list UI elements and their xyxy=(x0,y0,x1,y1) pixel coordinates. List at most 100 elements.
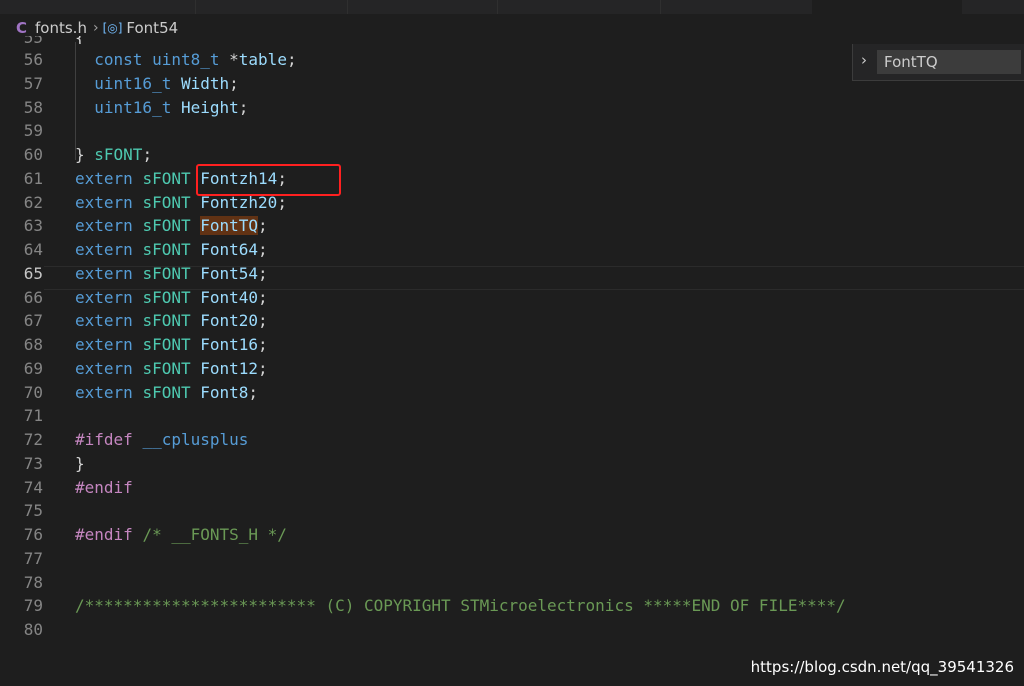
code-editor[interactable]: 55 {56 const uint8_t *table; 57 uint16_t W… xyxy=(0,36,1024,686)
code-token: /* __FONTS_H */ xyxy=(142,525,287,544)
code-line[interactable]: 65 extern sFONT Font54; xyxy=(0,262,1024,286)
code-token: sFONT xyxy=(142,287,191,307)
code-token: __cplusplus xyxy=(142,430,249,449)
code-line[interactable]: 59 xyxy=(0,119,1024,143)
code-token: sFONT xyxy=(142,168,191,188)
code-line[interactable]: 62 extern sFONT Fontzh20; xyxy=(0,191,1024,215)
code-token: sFONT xyxy=(142,358,191,378)
code-token: sFONT xyxy=(142,311,191,331)
code-text: } xyxy=(75,452,85,476)
code-line[interactable]: 67 extern sFONT Font20; xyxy=(0,309,1024,333)
code-token: Font20 xyxy=(200,311,259,331)
code-token: #endif xyxy=(75,525,133,544)
line-number: 57 xyxy=(23,73,43,93)
code-text: extern sFONT FontTQ; xyxy=(75,214,268,238)
code-line[interactable]: 61 extern sFONT Fontzh14; xyxy=(0,167,1024,191)
code-token: ; xyxy=(248,382,259,402)
code-token: ; xyxy=(258,358,268,378)
chevron-right-icon[interactable]: › xyxy=(861,51,867,69)
tab-divider xyxy=(347,0,348,14)
code-text: uint16_t Height; xyxy=(75,96,248,120)
code-token: uint16_t xyxy=(94,97,172,117)
code-line[interactable]: 77 xyxy=(0,547,1024,571)
breadcrumb-file[interactable]: fonts.h xyxy=(35,19,87,37)
code-line[interactable]: 70 extern sFONT Font8; xyxy=(0,381,1024,405)
line-number: 66 xyxy=(23,287,43,307)
code-token: sFONT xyxy=(94,145,143,164)
line-number: 65 xyxy=(23,263,43,283)
code-token: ; xyxy=(258,287,268,307)
code-text: { xyxy=(75,36,85,44)
line-number: 70 xyxy=(23,382,43,402)
find-input[interactable]: FontTQ xyxy=(877,50,1021,74)
breadcrumb-symbol[interactable]: Font54 xyxy=(126,19,178,37)
code-text: extern sFONT Font12; xyxy=(75,357,268,381)
code-line[interactable]: 63 extern sFONT FontTQ; xyxy=(0,214,1024,238)
code-token: Width xyxy=(180,73,230,93)
code-line[interactable]: 80 xyxy=(0,618,1024,642)
code-line[interactable]: 58 uint16_t Height; xyxy=(0,96,1024,120)
code-token: ; xyxy=(258,263,268,283)
code-token: ; xyxy=(286,50,297,69)
code-line[interactable]: 78 xyxy=(0,571,1024,595)
line-number: 69 xyxy=(23,358,43,378)
code-line[interactable]: 76 #endif /* __FONTS_H */ xyxy=(0,523,1024,547)
tab-divider xyxy=(195,0,196,14)
code-token: ; xyxy=(238,97,249,117)
code-line[interactable]: 64 extern sFONT Font64; xyxy=(0,238,1024,262)
code-line[interactable]: 71 xyxy=(0,404,1024,428)
code-token: sFONT xyxy=(142,192,191,212)
line-number: 71 xyxy=(23,406,43,426)
code-line[interactable]: 69 extern sFONT Font12; xyxy=(0,357,1024,381)
code-line[interactable]: 74 #endif xyxy=(0,476,1024,500)
active-tab[interactable] xyxy=(812,0,962,14)
code-line[interactable]: 75 xyxy=(0,499,1024,523)
line-number: 61 xyxy=(23,168,43,188)
code-token: Height xyxy=(180,97,239,117)
line-number: 67 xyxy=(23,311,43,331)
code-token: extern xyxy=(75,358,133,378)
code-token: extern xyxy=(75,287,133,307)
code-line[interactable]: 72 #ifdef __cplusplus xyxy=(0,428,1024,452)
code-line[interactable]: 68 extern sFONT Font16; xyxy=(0,333,1024,357)
code-line[interactable]: 60} sFONT; xyxy=(0,143,1024,167)
code-text: extern sFONT Font54; xyxy=(75,262,268,286)
code-token: extern xyxy=(75,192,133,212)
tab-divider xyxy=(497,0,498,14)
code-text: #endif /* __FONTS_H */ xyxy=(75,523,287,547)
code-token: sFONT xyxy=(142,263,191,283)
line-number: 75 xyxy=(23,501,43,521)
code-line[interactable]: 79 /************************ (C) COPYRIGH… xyxy=(0,594,1024,618)
line-number: 78 xyxy=(23,572,43,592)
line-number: 55 xyxy=(0,36,43,44)
code-text: const uint8_t *table; xyxy=(75,48,297,72)
code-token: extern xyxy=(75,240,133,259)
line-number: 58 xyxy=(23,97,43,117)
code-line[interactable]: 66 extern sFONT Font40; xyxy=(0,286,1024,310)
code-token: extern xyxy=(75,335,133,354)
line-number: 80 xyxy=(23,620,43,639)
code-token: Font64 xyxy=(200,240,259,259)
line-number: 64 xyxy=(23,240,43,259)
code-token: Font8 xyxy=(200,382,249,402)
code-line[interactable]: 73} xyxy=(0,452,1024,476)
symbol-variable-icon: [◎] xyxy=(102,21,123,35)
line-number: 79 xyxy=(23,596,43,616)
code-line[interactable]: 55 { xyxy=(0,36,1024,44)
line-number: 73 xyxy=(23,453,43,473)
